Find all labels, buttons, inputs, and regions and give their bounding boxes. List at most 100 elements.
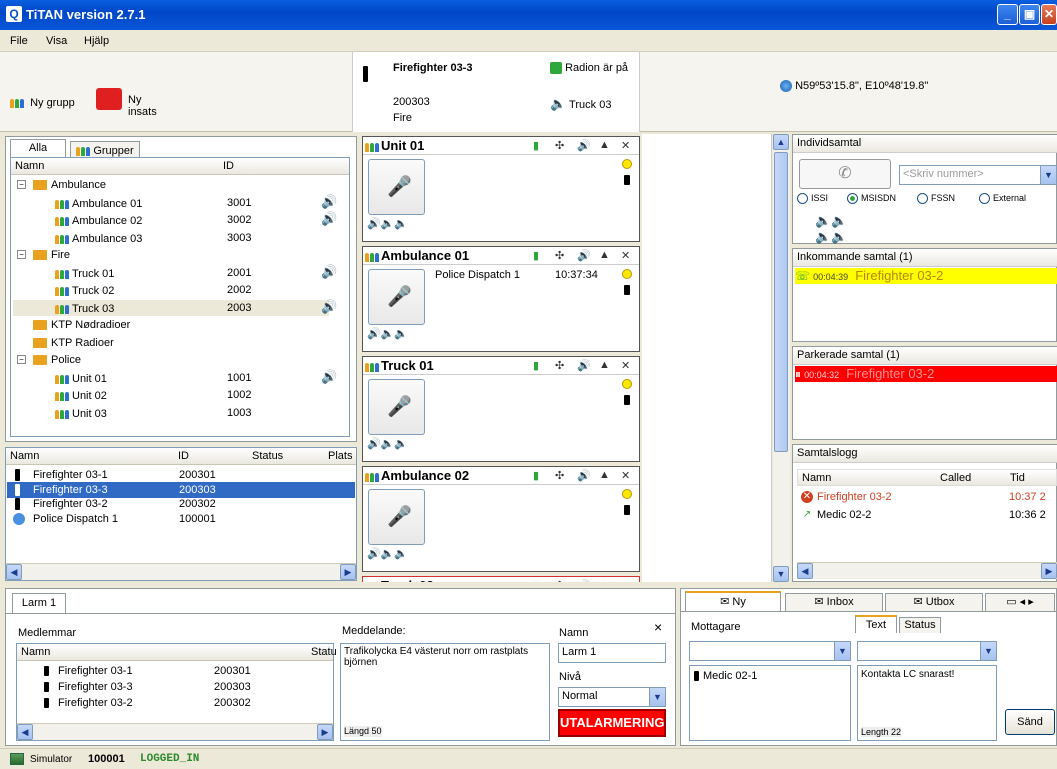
call-log-h-scrollbar[interactable]: ◀ ▶ [797, 562, 1057, 579]
scroll-left-button[interactable]: ◀ [17, 724, 33, 740]
move-icon[interactable]: ✣ [555, 139, 564, 152]
chevron-down-icon[interactable]: ▼ [980, 642, 996, 660]
members-h-scrollbar[interactable]: ◀ ▶ [6, 563, 356, 580]
volume-icon[interactable]: 🔊 [577, 579, 591, 582]
collapse-toggle[interactable]: − [17, 355, 26, 364]
collapse-icon[interactable]: ▲ [599, 359, 610, 371]
menu-file[interactable]: File [10, 35, 28, 47]
tree-row[interactable]: Unit 03 1003 [13, 405, 329, 421]
volume-icon[interactable]: 🔊 [577, 469, 591, 482]
level-select[interactable]: Normal ▼ [558, 687, 666, 707]
volume-level-icons[interactable]: 🔊🔈🔈 [367, 437, 408, 450]
status-icon[interactable]: ▮ [533, 469, 539, 482]
alarm-name-input[interactable]: Larm 1 [558, 643, 666, 663]
collapse-toggle[interactable]: − [17, 250, 26, 259]
tree-row[interactable]: − Police [13, 352, 329, 368]
scroll-right-button[interactable]: ▶ [1041, 563, 1057, 579]
tab-utbox[interactable]: ✉ Utbox [885, 593, 983, 611]
collapse-icon[interactable]: ▲ [599, 249, 610, 261]
tab-grupper[interactable]: Grupper [70, 141, 140, 157]
speaker-icon[interactable]: 🔊 [321, 369, 337, 385]
parked-call-row[interactable]: ⏸ 00:04:32 Firefighter 03-2 [795, 366, 1057, 382]
alarm-h-scrollbar[interactable]: ◀ ▶ [17, 723, 333, 740]
tree-row[interactable]: − Fire [13, 247, 329, 263]
number-type-option[interactable]: ISSI [797, 193, 828, 205]
call-button[interactable]: ✆ [799, 159, 891, 189]
close-icon[interactable]: × [654, 619, 662, 635]
volume-icon[interactable]: 🔊 [577, 139, 591, 152]
tab-text[interactable]: Text [855, 615, 897, 633]
send-button[interactable]: Sänd [1005, 709, 1055, 735]
speaker-icon[interactable]: 🔊 [321, 264, 337, 280]
alarm-button[interactable]: UTALARMERING [558, 709, 666, 737]
tab-ny[interactable]: ✉ Ny [685, 591, 781, 611]
priority-indicator[interactable] [622, 269, 632, 279]
recipient-list[interactable]: Medic 02-1 [689, 665, 851, 741]
member-row[interactable]: Police Dispatch 1 100001 [7, 511, 355, 527]
sms-text-area[interactable]: Kontakta LC snarast! Length 22 [857, 665, 997, 741]
menu-hjalp[interactable]: Hjälp [84, 35, 109, 47]
ptt-button[interactable]: 🎤 [368, 489, 425, 545]
close-icon[interactable]: ✕ [621, 139, 630, 152]
tree-row[interactable]: KTP Radioer [13, 335, 329, 351]
status-icon[interactable]: ▮ [533, 139, 539, 152]
ptt-button[interactable]: 🎤 [368, 379, 425, 435]
minimize-button[interactable]: _ [997, 4, 1018, 25]
speaker-icon[interactable]: 🔊 [321, 211, 337, 227]
close-icon[interactable]: ✕ [621, 359, 630, 372]
call-log-row[interactable]: ↗ Medic 02-2 10:36 2 [799, 507, 1057, 523]
chevron-down-icon[interactable]: ▼ [649, 688, 665, 706]
new-group-button[interactable]: Ny grupp [10, 94, 75, 109]
tree-row[interactable]: Truck 03 2003 🔊 [13, 299, 337, 316]
close-icon[interactable]: ✕ [621, 469, 630, 482]
move-icon[interactable]: ✣ [555, 579, 564, 582]
incoming-call-row[interactable]: ☏ 00:04:39 Firefighter 03-2 [795, 268, 1057, 284]
close-button[interactable]: ✕ [1041, 4, 1057, 25]
tab-more[interactable]: ▭ ◂ ▸ [985, 593, 1055, 611]
priority-indicator[interactable] [622, 489, 632, 499]
close-icon[interactable]: ✕ [621, 579, 630, 582]
ptt-button[interactable]: 🎤 [368, 159, 425, 215]
alarm-member-row[interactable]: Firefighter 03-1 200301 [18, 663, 332, 679]
chevron-down-icon[interactable]: ▼ [1040, 166, 1056, 184]
collapse-icon[interactable]: ▲ [599, 139, 610, 151]
tree-row[interactable]: Truck 02 2002 [13, 282, 329, 298]
priority-indicator[interactable] [622, 159, 632, 169]
call-log-row[interactable]: ✕ Firefighter 03-2 10:37 2 [799, 489, 1057, 505]
priority-indicator[interactable] [622, 379, 632, 389]
tab-larm-1[interactable]: Larm 1 [12, 593, 66, 613]
volume-level-icons[interactable]: 🔊🔈🔈 [367, 217, 408, 230]
move-icon[interactable]: ✣ [555, 249, 564, 262]
status-icon[interactable]: ▮ [533, 359, 539, 372]
group-v-scrollbar[interactable]: ▲ ▼ [773, 134, 790, 582]
maximize-button[interactable]: ▣ [1019, 4, 1040, 25]
number-type-option[interactable]: FSSN [917, 193, 955, 205]
number-input[interactable]: <Skriv nummer> ▼ [899, 165, 1057, 185]
tree-row[interactable]: KTP Nødradioer [13, 317, 329, 333]
scroll-right-button[interactable]: ▶ [317, 724, 333, 740]
tab-inbox[interactable]: ✉ Inbox [785, 593, 883, 611]
move-icon[interactable]: ✣ [555, 359, 564, 372]
close-icon[interactable]: ✕ [621, 249, 630, 262]
scroll-thumb[interactable] [774, 152, 788, 452]
volume-icon[interactable]: 🔊 [577, 249, 591, 262]
scroll-up-button[interactable]: ▲ [773, 134, 789, 150]
tree-row[interactable]: Unit 02 1002 [13, 387, 329, 403]
number-type-option[interactable]: MSISDN [847, 193, 896, 205]
status-icon[interactable]: ▮ [533, 249, 539, 262]
message-textarea[interactable]: Trafikolycka E4 västerut norr om rastpla… [340, 643, 550, 741]
tree-row[interactable]: − Ambulance [13, 177, 329, 193]
collapse-icon[interactable]: ▲ [599, 469, 610, 481]
move-icon[interactable]: ✣ [555, 469, 564, 482]
recipient-select[interactable]: ▼ [689, 641, 851, 661]
speaker-icon[interactable]: 🔊 [321, 194, 337, 210]
tree-row[interactable]: Ambulance 01 3001 🔊 [13, 194, 337, 211]
number-type-option[interactable]: External [979, 193, 1026, 205]
speaker-icon[interactable]: 🔊 [321, 299, 337, 315]
recipient-item[interactable]: Medic 02-1 [703, 670, 757, 682]
ptt-button[interactable]: 🎤 [368, 269, 425, 325]
chevron-down-icon[interactable]: ▼ [834, 642, 850, 660]
scroll-right-button[interactable]: ▶ [340, 564, 356, 580]
collapse-toggle[interactable]: − [17, 180, 26, 189]
tab-status[interactable]: Status [899, 617, 941, 633]
